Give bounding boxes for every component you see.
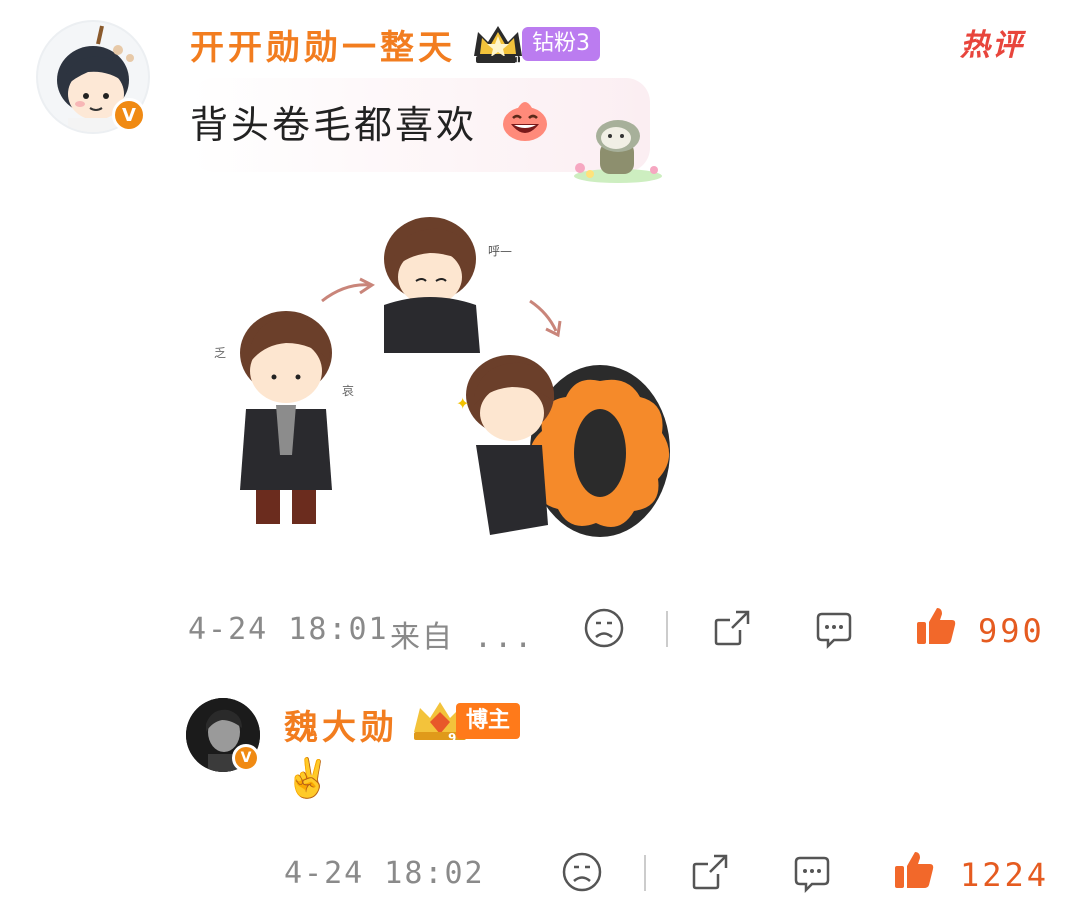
- share-icon[interactable]: [710, 606, 754, 650]
- crown-icon: 1: [474, 26, 522, 66]
- reply-timestamp: 4-24 18:02: [284, 856, 485, 891]
- reply-username[interactable]: 魏大勋: [284, 700, 398, 749]
- fan-level-badge: 钻粉3: [522, 27, 600, 61]
- verified-v-icon: V: [112, 98, 146, 132]
- comment-image[interactable]: 呼— ✦ 乏 哀: [200, 205, 680, 555]
- reply-text: ✌️: [284, 756, 332, 800]
- comment-username[interactable]: 开开勋勋一整天: [190, 20, 456, 69]
- verified-v-icon: V: [232, 744, 260, 772]
- svg-text:✦: ✦: [456, 394, 469, 413]
- sticker-image: [574, 120, 662, 183]
- thumbs-up-icon[interactable]: [892, 848, 936, 892]
- svg-text:乏: 乏: [214, 346, 226, 360]
- divider: [666, 611, 668, 647]
- comment-icon[interactable]: [812, 608, 856, 652]
- thumbs-up-icon[interactable]: [914, 604, 958, 648]
- share-icon[interactable]: [688, 850, 732, 894]
- comment-text: 背头卷毛都喜欢: [190, 103, 478, 147]
- dislike-face-icon[interactable]: [582, 606, 626, 650]
- hot-comment-tag: 热评: [960, 28, 1024, 63]
- comment-timestamp: 4-24 18:01: [188, 612, 389, 647]
- svg-text:1: 1: [514, 55, 520, 66]
- laughing-emoji-icon: [503, 102, 547, 141]
- dislike-face-icon[interactable]: [560, 850, 604, 894]
- like-count: 990: [978, 612, 1045, 650]
- like-count: 1224: [960, 856, 1050, 894]
- divider: [644, 855, 646, 891]
- svg-text:呼—: 呼—: [488, 244, 512, 258]
- comment-source[interactable]: 来自 ...: [390, 612, 534, 656]
- comment-icon[interactable]: [790, 852, 834, 896]
- svg-text:哀: 哀: [342, 383, 354, 398]
- blogger-badge: 博主: [456, 703, 521, 739]
